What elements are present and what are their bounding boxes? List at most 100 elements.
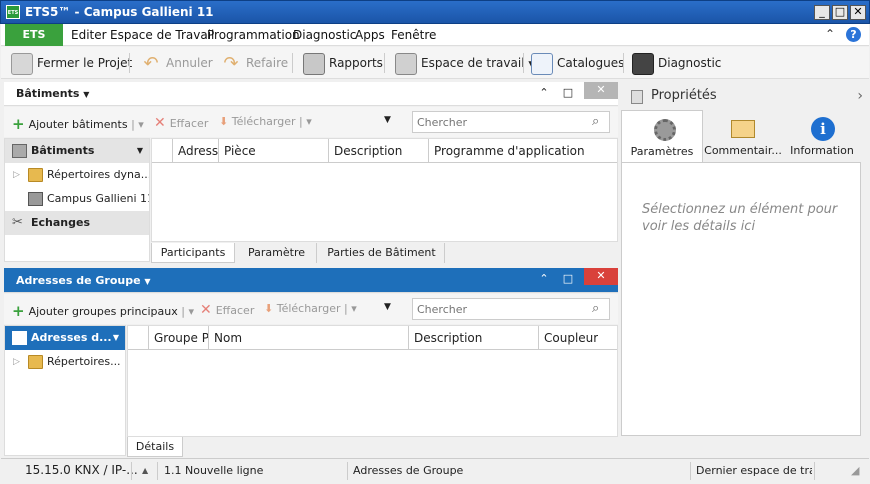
download-label: Télécharger — [231, 115, 296, 128]
undo-button[interactable]: ↶ Annuler — [140, 51, 212, 75]
tree-item-dynamic-folders[interactable]: ▷ Répertoires dyna... — [5, 163, 149, 187]
delete-label: Effacer — [215, 304, 255, 317]
chevron-down-icon: ▼ — [144, 277, 151, 286]
download-icon: ⬇ — [264, 302, 274, 315]
tab-parametres[interactable]: Paramètres — [621, 110, 703, 162]
status-separator — [690, 462, 691, 480]
tab-information[interactable]: i Information — [783, 110, 861, 162]
column-header-main-group[interactable]: Groupe Pr — [148, 326, 208, 350]
download-button[interactable]: ⬇ Télécharger | ▾ — [219, 115, 312, 128]
status-up-arrow-icon[interactable]: ▲ — [142, 466, 148, 475]
add-main-groups-label: Ajouter groupes principaux — [28, 305, 178, 318]
tab-details[interactable]: Détails — [127, 437, 183, 457]
download-label: Télécharger — [276, 302, 341, 315]
column-header-room[interactable]: Pièce — [218, 139, 328, 163]
group-addresses-subtoolbar: + Ajouter groupes principaux | ▾ ✕ Effacer… — [4, 294, 618, 324]
menu-espace-de-travail[interactable]: Espace de Travail — [110, 28, 214, 42]
title-bar: ETS ETS5™ - Campus Gallieni 11 _ □ ✕ — [0, 0, 870, 24]
close-project-button[interactable]: Fermer le Projet — [11, 51, 132, 75]
tab-comments[interactable]: Commentair... — [703, 110, 783, 162]
resize-grip-icon[interactable]: ◢ — [851, 464, 859, 477]
panel-close-button[interactable]: ✕ — [584, 82, 618, 99]
more-dropdown-icon[interactable]: ▼ — [384, 302, 391, 312]
menu-ets[interactable]: ETS — [5, 24, 63, 46]
column-header-application[interactable]: Programme d'application — [428, 139, 617, 163]
column-header-coupler[interactable]: Coupleur — [538, 326, 598, 350]
download-button[interactable]: ⬇ Télécharger | ▾ — [264, 302, 357, 315]
chevron-down-icon: ▼ — [112, 333, 119, 342]
column-header-name[interactable]: Nom — [208, 326, 408, 350]
panel-restore-icon[interactable]: □ — [560, 271, 576, 287]
tree-header-buildings[interactable]: Bâtiments ▼ — [5, 139, 149, 163]
diagnostic-button[interactable]: Diagnostic — [632, 51, 721, 75]
workspace-dropdown[interactable]: Espace de travail ▼ — [395, 51, 535, 75]
expand-arrow-icon[interactable]: ▷ — [13, 163, 20, 187]
menu-apps[interactable]: Apps — [355, 28, 385, 42]
toolbar-separator — [129, 53, 130, 73]
group-addresses-grid-header: Groupe Pr Nom Description Coupleur — [128, 326, 617, 350]
help-icon[interactable]: ? — [846, 27, 861, 42]
menu-editer[interactable]: Editer — [71, 28, 107, 42]
tree-item-campus[interactable]: Campus Gallieni 11 — [5, 187, 149, 211]
close-project-label: Fermer le Projet — [37, 56, 133, 70]
buildings-tabs: Participants Paramètre Parties de Bâtime… — [151, 243, 618, 263]
properties-title: Propriétés — [651, 88, 717, 103]
buildings-panel-title[interactable]: Bâtiments ▼ — [16, 87, 89, 100]
catalogs-button[interactable]: Catalogues — [531, 51, 624, 75]
panel-collapse-icon[interactable]: ⌃ — [536, 271, 552, 287]
tree-header-exchanges[interactable]: ✂ Echanges — [5, 211, 149, 235]
properties-empty-message: Sélectionnez un élément pour voir les dé… — [642, 202, 838, 234]
expand-arrow-icon[interactable]: ▷ — [13, 350, 20, 374]
tree-item-folders[interactable]: ▷ Répertoires... — [5, 350, 125, 374]
column-header-address[interactable]: Adresse — [172, 139, 218, 163]
exchanges-label: Echanges — [31, 216, 91, 229]
chevron-up-icon[interactable]: ⌃ — [825, 27, 835, 41]
app-icon-label: ETS — [7, 10, 19, 16]
maximize-button[interactable]: □ — [832, 5, 848, 20]
delete-button[interactable]: ✕ Effacer — [200, 302, 254, 318]
reports-label: Rapports — [329, 56, 383, 70]
reports-button[interactable]: Rapports — [303, 51, 383, 75]
tab-building-parts[interactable]: Parties de Bâtiment — [319, 243, 445, 263]
tree-header-label: Adresses d... — [31, 331, 112, 344]
panel-restore-icon[interactable]: □ — [560, 85, 576, 101]
column-header-description[interactable]: Description — [328, 139, 428, 163]
add-buildings-button[interactable]: + Ajouter bâtiments | ▾ — [12, 115, 144, 133]
panel-collapse-icon[interactable]: ⌃ — [536, 85, 552, 101]
tab-parametres-label: Paramètres — [630, 145, 694, 158]
search-icon[interactable]: ⌕ — [592, 301, 599, 316]
info-icon: i — [811, 117, 835, 141]
status-separator — [347, 462, 348, 480]
tab-participants[interactable]: Participants — [151, 243, 235, 263]
tab-parametre[interactable]: Paramètre — [237, 243, 317, 263]
status-separator — [157, 462, 158, 480]
workspace-icon — [395, 52, 417, 75]
group-addresses-search-input[interactable] — [412, 298, 610, 320]
panel-close-button[interactable]: ✕ — [584, 268, 618, 285]
group-addresses-panel-title[interactable]: Adresses de Groupe ▼ — [16, 274, 151, 287]
minimize-button[interactable]: _ — [814, 5, 830, 20]
plus-icon: + — [12, 115, 25, 133]
status-line: 1.1 Nouvelle ligne — [164, 464, 264, 477]
properties-icon — [631, 90, 643, 104]
close-window-button[interactable]: ✕ — [850, 5, 866, 20]
menu-programmation[interactable]: Programmation — [207, 28, 300, 42]
folder-icon — [28, 168, 43, 182]
window-title: ETS5™ - Campus Gallieni 11 — [25, 5, 214, 19]
menu-diagnostic[interactable]: Diagnostic — [293, 28, 356, 42]
menu-fenetre[interactable]: Fenêtre — [391, 28, 436, 42]
tree-header-group-addresses[interactable]: Adresses d... ▼ — [5, 326, 125, 350]
status-workspace: Dernier espace de travai... — [696, 464, 812, 477]
buildings-search-input[interactable] — [412, 111, 610, 133]
buildings-panel-header: Bâtiments ▼ ⌃ □ ✕ — [4, 82, 618, 106]
more-dropdown-icon[interactable]: ▼ — [384, 115, 391, 125]
delete-x-icon: ✕ — [154, 115, 166, 131]
status-connection[interactable]: 15.15.0 KNX / IP-... — [25, 463, 138, 477]
search-icon[interactable]: ⌕ — [592, 114, 599, 129]
redo-label: Refaire — [246, 56, 289, 70]
redo-button[interactable]: ↷ Refaire — [220, 51, 288, 75]
column-header-description[interactable]: Description — [408, 326, 538, 350]
add-main-groups-button[interactable]: + Ajouter groupes principaux | ▾ — [12, 302, 194, 320]
delete-button[interactable]: ✕ Effacer — [154, 115, 208, 131]
chevron-right-icon[interactable]: › — [857, 88, 863, 104]
